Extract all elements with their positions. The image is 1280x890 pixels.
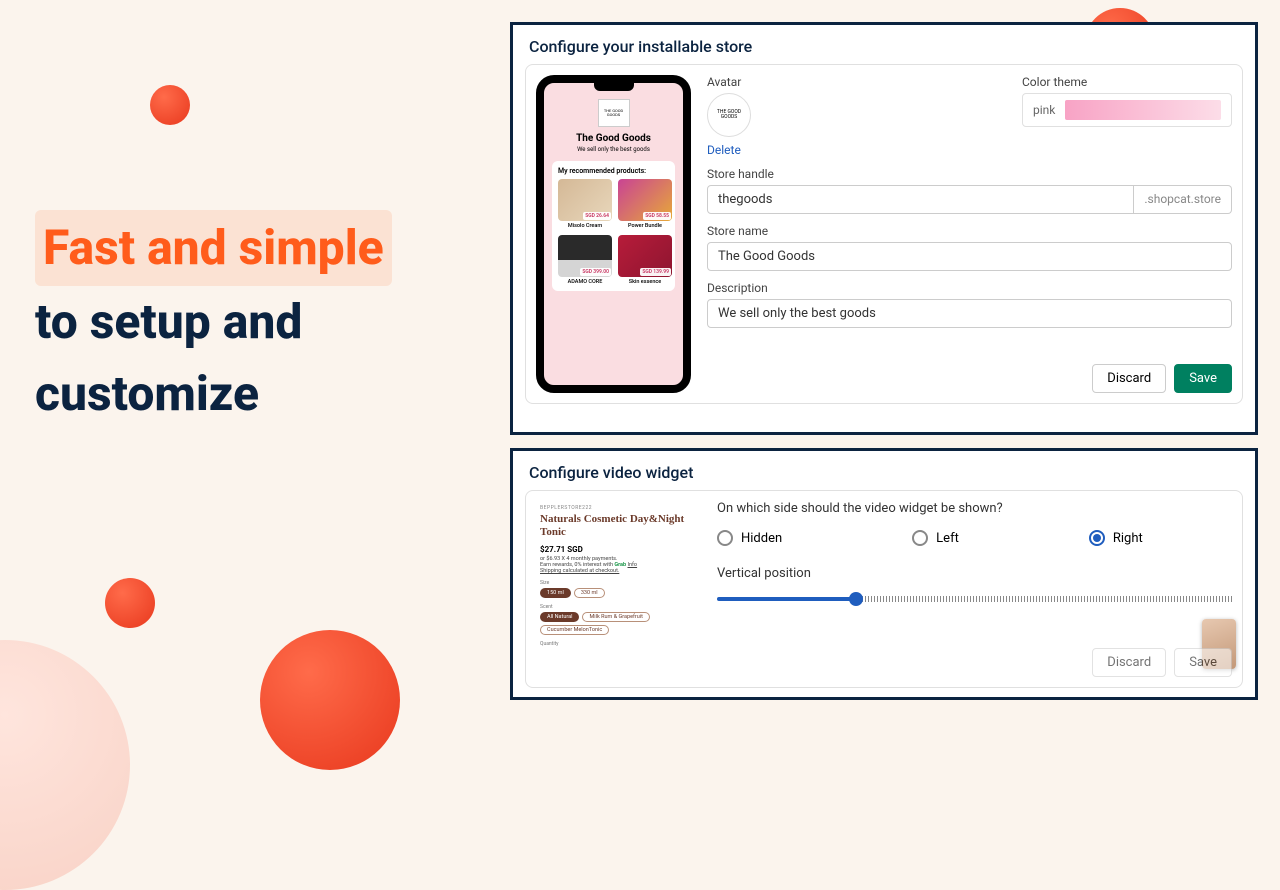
color-theme-select[interactable]: pink — [1022, 93, 1232, 127]
store-name-label: Store name — [707, 224, 1232, 238]
widget-side-question: On which side should the video widget be… — [717, 501, 1232, 516]
store-handle-suffix: .shopcat.store — [1134, 185, 1232, 214]
save-button[interactable]: Save — [1174, 364, 1232, 393]
phone-product: SGD 399.00ADAMO CORE — [558, 235, 612, 285]
store-name-input[interactable] — [707, 242, 1232, 271]
store-handle-input[interactable] — [707, 185, 1134, 214]
phone-title: The Good Goods — [552, 133, 675, 144]
radio-hidden[interactable]: Hidden — [717, 530, 782, 546]
phone-product: SGD 58.55Power Bundle — [618, 179, 672, 229]
phone-section-title: My recommended products: — [558, 167, 669, 175]
phone-product: SGD 139.99Skin essence — [618, 235, 672, 285]
radio-left[interactable]: Left — [912, 530, 959, 546]
hero-highlight: Fast and simple — [35, 210, 392, 286]
hero-text: Fast and simple to setup and customize — [35, 210, 392, 430]
save-button[interactable]: Save — [1174, 648, 1232, 677]
configure-store-panel: Configure your installable store THE GOO… — [510, 22, 1258, 435]
panel-title: Configure your installable store — [513, 25, 1255, 64]
phone-subtitle: We sell only the best goods — [552, 146, 675, 153]
color-swatch — [1065, 100, 1221, 120]
vertical-position-slider[interactable] — [717, 591, 1232, 607]
color-theme-label: Color theme — [1022, 75, 1232, 89]
delete-avatar-link[interactable]: Delete — [707, 143, 751, 157]
description-input[interactable] — [707, 299, 1232, 328]
panel-title: Configure video widget — [513, 451, 1255, 490]
configure-video-panel: Configure video widget BEPPLERSTORE222 N… — [510, 448, 1258, 700]
phone-logo: THE GOOD GOODS — [598, 99, 630, 127]
phone-preview: THE GOOD GOODS The Good Goods We sell on… — [536, 75, 691, 393]
discard-button[interactable]: Discard — [1092, 364, 1166, 393]
avatar-label: Avatar — [707, 75, 751, 89]
radio-right[interactable]: Right — [1089, 530, 1143, 546]
video-widget-preview: BEPPLERSTORE222 Naturals Cosmetic Day&Ni… — [536, 501, 701, 677]
discard-button[interactable]: Discard — [1092, 648, 1166, 677]
vertical-position-label: Vertical position — [717, 566, 1232, 581]
avatar-preview: THE GOOD GOODS — [707, 93, 751, 137]
store-handle-label: Store handle — [707, 167, 1232, 181]
description-label: Description — [707, 281, 1232, 295]
phone-product: SGD 26.64Misolo Cream — [558, 179, 612, 229]
